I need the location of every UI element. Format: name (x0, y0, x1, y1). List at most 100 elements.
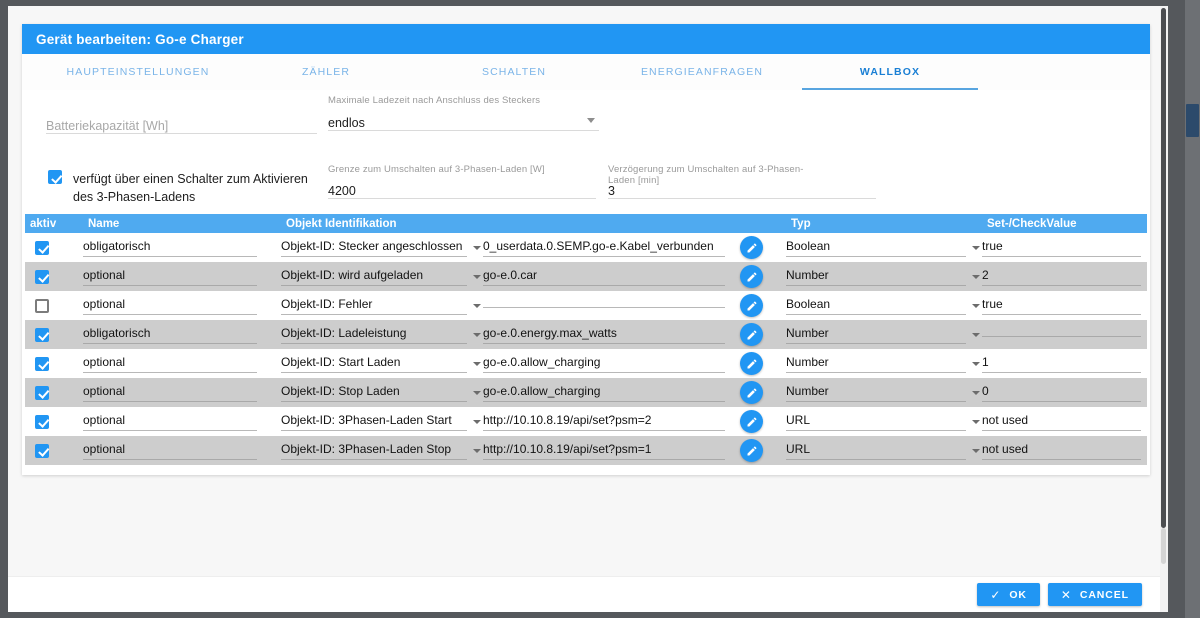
chevron-down-icon[interactable] (972, 361, 980, 366)
chevron-down-icon[interactable] (972, 419, 980, 424)
row-checkvalue-field[interactable]: 2 (982, 262, 1147, 291)
tab-schalten[interactable]: SCHALTEN (420, 54, 608, 90)
page-scrollbar-thumb[interactable] (1161, 8, 1166, 528)
row-ident-field[interactable]: go-e.0.car (483, 262, 735, 291)
row-typ-text: URL (786, 441, 811, 456)
row-active-checkbox[interactable] (35, 269, 49, 284)
row-checkvalue-field[interactable]: true (982, 233, 1147, 262)
tab-haupteinstellungen[interactable]: HAUPTEINSTELLUNGEN (44, 54, 232, 90)
row-objekt-select[interactable]: Objekt-ID: Stecker angeschlossen (281, 233, 483, 262)
tab-energieanfragen[interactable]: ENERGIEANFRAGEN (608, 54, 796, 90)
row-typ-select[interactable]: Boolean (786, 291, 982, 320)
chevron-down-icon[interactable] (473, 303, 481, 308)
row-typ-select[interactable]: URL (786, 407, 982, 436)
row-active-checkbox[interactable] (35, 298, 49, 313)
row-typ-select[interactable]: Number (786, 320, 982, 349)
tab-zaehler[interactable]: ZÄHLER (232, 54, 420, 90)
three-phase-switch-checkbox[interactable] (48, 170, 62, 184)
row-ident-field[interactable] (483, 291, 735, 320)
chevron-down-icon[interactable] (473, 245, 481, 250)
row-checkvalue-field[interactable]: 0 (982, 378, 1147, 407)
column-header-checkvalue: Set-/CheckValue (987, 217, 1077, 230)
chevron-down-icon[interactable] (473, 448, 481, 453)
chevron-down-icon[interactable] (972, 245, 980, 250)
row-typ-select[interactable]: URL (786, 436, 982, 465)
three-phase-threshold-label: Grenze zum Umschalten auf 3-Phasen-Laden… (328, 164, 545, 175)
row-name-cell[interactable]: obligatorisch (83, 233, 281, 262)
row-ident-field[interactable]: http://10.10.8.19/api/set?psm=2 (483, 407, 735, 436)
edit-pencil-button[interactable] (740, 381, 763, 404)
tab-label: HAUPTEINSTELLUNGEN (66, 66, 210, 78)
row-name-cell[interactable]: optional (83, 407, 281, 436)
tab-wallbox[interactable]: WALLBOX (796, 54, 984, 90)
row-name-cell[interactable]: optional (83, 349, 281, 378)
chevron-down-icon[interactable] (473, 390, 481, 395)
row-checkvalue-field[interactable]: 1 (982, 349, 1147, 378)
chevron-down-icon[interactable] (473, 361, 481, 366)
row-ident-field[interactable]: go-e.0.allow_charging (483, 349, 735, 378)
chevron-down-icon[interactable] (473, 332, 481, 337)
row-objekt-select[interactable]: Objekt-ID: Stop Laden (281, 378, 483, 407)
dialog-footer: ✓ OK ✕ CANCEL (8, 576, 1160, 612)
wallbox-object-table: aktiv Name Objekt Identifikation Typ Set… (25, 214, 1147, 465)
row-ident-field[interactable]: http://10.10.8.19/api/set?psm=1 (483, 436, 735, 465)
chevron-down-icon[interactable] (972, 274, 980, 279)
field-underline (328, 130, 599, 131)
row-active-checkbox[interactable] (35, 414, 49, 429)
row-typ-select[interactable]: Number (786, 262, 982, 291)
row-ident-field[interactable]: go-e.0.allow_charging (483, 378, 735, 407)
row-active-checkbox[interactable] (35, 443, 49, 458)
max-charge-time-select[interactable]: Maximale Ladezeit nach Anschluss des Ste… (328, 95, 599, 131)
row-edit-cell (735, 378, 786, 407)
three-phase-delay-field[interactable]: Verzögerung zum Umschalten auf 3-Phasen-… (608, 164, 876, 199)
row-typ-select[interactable]: Number (786, 378, 982, 407)
chevron-down-icon[interactable] (473, 419, 481, 424)
row-checkvalue-field[interactable]: not used (982, 407, 1147, 436)
row-objekt-select[interactable]: Objekt-ID: Start Laden (281, 349, 483, 378)
row-active-checkbox[interactable] (35, 240, 49, 255)
browser-scrollbar-thumb[interactable] (1186, 104, 1199, 137)
battery-capacity-field[interactable]: Batteriekapazität [Wh] (46, 112, 317, 134)
chevron-down-icon[interactable] (972, 303, 980, 308)
chevron-down-icon[interactable] (473, 274, 481, 279)
edit-pencil-button[interactable] (740, 294, 763, 317)
three-phase-threshold-field[interactable]: Grenze zum Umschalten auf 3-Phasen-Laden… (328, 164, 596, 199)
row-name-cell[interactable]: optional (83, 262, 281, 291)
row-name-cell[interactable]: optional (83, 291, 281, 320)
row-objekt-select[interactable]: Objekt-ID: 3Phasen-Laden Start (281, 407, 483, 436)
row-typ-select[interactable]: Number (786, 349, 982, 378)
row-objekt-select[interactable]: Objekt-ID: wird aufgeladen (281, 262, 483, 291)
field-underline (483, 284, 725, 286)
row-name-cell[interactable]: optional (83, 378, 281, 407)
row-active-checkbox[interactable] (35, 356, 49, 371)
row-typ-select[interactable]: Boolean (786, 233, 982, 262)
edit-pencil-button[interactable] (740, 410, 763, 433)
row-name-cell[interactable]: obligatorisch (83, 320, 281, 349)
chevron-down-icon[interactable] (972, 448, 980, 453)
edit-pencil-button[interactable] (740, 236, 763, 259)
edit-pencil-button[interactable] (740, 323, 763, 346)
row-active-cell (25, 233, 83, 262)
chevron-down-icon[interactable] (972, 390, 980, 395)
edit-pencil-button[interactable] (740, 439, 763, 462)
row-active-checkbox[interactable] (35, 385, 49, 400)
row-checkvalue-field[interactable] (982, 320, 1147, 349)
edit-pencil-button[interactable] (740, 352, 763, 375)
chevron-down-icon[interactable] (587, 118, 595, 123)
row-ident-field[interactable]: 0_userdata.0.SEMP.go-e.Kabel_verbunden (483, 233, 735, 262)
cancel-button[interactable]: ✕ CANCEL (1047, 583, 1142, 606)
row-active-checkbox[interactable] (35, 327, 49, 342)
row-objekt-select[interactable]: Objekt-ID: Ladeleistung (281, 320, 483, 349)
row-name-cell[interactable]: optional (83, 436, 281, 465)
chevron-down-icon[interactable] (972, 332, 980, 337)
browser-scrollbar-track[interactable] (1185, 0, 1200, 618)
row-objekt-select[interactable]: Objekt-ID: Fehler (281, 291, 483, 320)
edit-pencil-button[interactable] (740, 265, 763, 288)
ok-button[interactable]: ✓ OK (977, 583, 1040, 606)
row-typ-text: Number (786, 325, 829, 340)
row-objekt-select[interactable]: Objekt-ID: 3Phasen-Laden Stop (281, 436, 483, 465)
row-ident-field[interactable]: go-e.0.energy.max_watts (483, 320, 735, 349)
row-checkvalue-field[interactable]: not used (982, 436, 1147, 465)
three-phase-switch-checkbox-row[interactable]: verfügt über einen Schalter zum Aktivier… (48, 170, 320, 206)
row-checkvalue-field[interactable]: true (982, 291, 1147, 320)
